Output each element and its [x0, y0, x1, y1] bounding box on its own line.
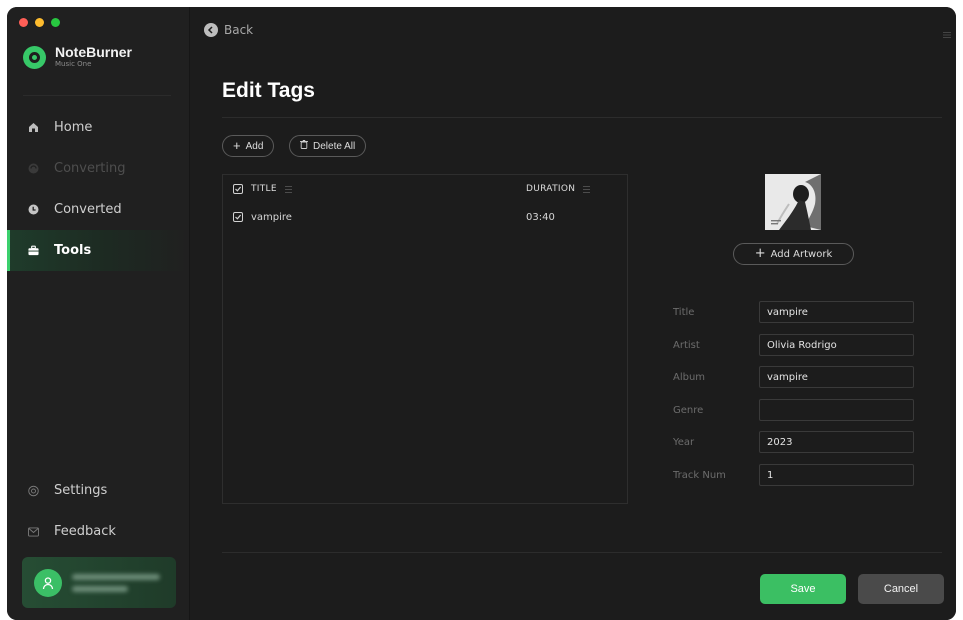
clock-icon: [28, 204, 39, 215]
field-row-track-num: Track Num: [673, 464, 914, 486]
brand-name: NoteBurner: [55, 44, 133, 60]
sidebar-item-label: Settings: [54, 483, 108, 498]
brand-subtitle: Music One: [55, 60, 92, 68]
app-window: NoteBurner Music One Home Converting Con…: [7, 7, 956, 620]
sidebar-item-label: Converted: [54, 202, 122, 217]
sidebar-item-tools[interactable]: Tools: [7, 230, 189, 271]
sidebar-item-label: Home: [54, 120, 93, 135]
page-title: Edit Tags: [222, 79, 315, 102]
delete-all-button[interactable]: Delete All: [289, 135, 367, 157]
menu-icon[interactable]: [943, 24, 951, 43]
add-button-label: Add: [245, 140, 264, 152]
field-row-title: Title: [673, 301, 914, 323]
year-label: Year: [673, 436, 695, 448]
cancel-button[interactable]: Cancel: [858, 574, 944, 604]
main-content: Back Edit Tags + Add Delete All TITLE DU…: [190, 7, 956, 620]
sidebar-item-converted[interactable]: Converted: [7, 189, 189, 230]
add-button[interactable]: + Add: [222, 135, 275, 157]
field-row-artist: Artist: [673, 334, 914, 356]
artist-label: Artist: [673, 339, 700, 351]
year-field[interactable]: [759, 431, 914, 453]
zoom-window-button[interactable]: [51, 18, 60, 27]
sidebar-item-converting[interactable]: Converting: [7, 148, 189, 189]
mail-icon: [28, 526, 39, 537]
trash-icon: [300, 140, 308, 152]
divider: [222, 117, 942, 118]
noteburner-logo-icon: [23, 45, 46, 69]
avatar: [34, 568, 62, 597]
select-all-checkbox[interactable]: [233, 184, 243, 194]
blurred-account-info: [72, 573, 160, 592]
sidebar: NoteBurner Music One Home Converting Con…: [7, 7, 190, 620]
toolbox-icon: [28, 245, 39, 256]
track-table: TITLE DURATION vampire 03:40: [222, 174, 628, 504]
user-icon: [42, 576, 54, 589]
brand: NoteBurner Music One: [23, 45, 132, 69]
back-button[interactable]: Back: [204, 23, 253, 37]
sidebar-nav: Home Converting Converted Tools: [7, 107, 189, 271]
divider: [222, 552, 942, 553]
window-controls: [19, 18, 60, 27]
column-header-duration[interactable]: DURATION: [526, 184, 575, 194]
user-account-card[interactable]: [22, 557, 176, 608]
add-artwork-label: Add Artwork: [770, 248, 833, 260]
plus-icon: +: [233, 138, 241, 153]
divider: [23, 95, 171, 96]
sidebar-item-settings[interactable]: Settings: [7, 470, 189, 511]
sidebar-item-label: Converting: [54, 161, 126, 176]
track-duration: 03:40: [526, 211, 555, 223]
field-row-album: Album: [673, 366, 914, 388]
track-num-field[interactable]: [759, 464, 914, 486]
sidebar-item-home[interactable]: Home: [7, 107, 189, 148]
delete-all-button-label: Delete All: [313, 140, 356, 152]
artist-field[interactable]: [759, 334, 914, 356]
converting-icon: [28, 163, 39, 174]
add-artwork-button[interactable]: + Add Artwork: [733, 243, 854, 265]
album-field[interactable]: [759, 366, 914, 388]
table-row[interactable]: vampire 03:40: [223, 203, 627, 231]
row-checkbox[interactable]: [233, 212, 243, 222]
sort-icon[interactable]: [284, 185, 292, 193]
plus-icon: +: [754, 246, 766, 261]
genre-label: Genre: [673, 404, 704, 416]
genre-field[interactable]: [759, 399, 914, 421]
track-num-label: Track Num: [673, 469, 726, 481]
close-window-button[interactable]: [19, 18, 28, 27]
sort-icon[interactable]: [583, 185, 591, 193]
table-header: TITLE DURATION: [223, 175, 627, 203]
home-icon: [28, 122, 39, 133]
sidebar-item-label: Tools: [54, 243, 92, 258]
sidebar-item-label: Feedback: [54, 524, 116, 539]
sidebar-item-feedback[interactable]: Feedback: [7, 511, 189, 552]
album-artwork: [765, 174, 821, 230]
gear-icon: [28, 485, 39, 496]
back-arrow-icon: [204, 23, 218, 37]
title-field[interactable]: [759, 301, 914, 323]
track-title: vampire: [251, 211, 292, 223]
artwork-portrait-image: [765, 174, 821, 230]
save-button[interactable]: Save: [760, 574, 846, 604]
column-header-title[interactable]: TITLE: [251, 184, 277, 194]
album-label: Album: [673, 371, 706, 383]
minimize-window-button[interactable]: [35, 18, 44, 27]
field-row-genre: Genre: [673, 399, 914, 421]
field-row-year: Year: [673, 431, 914, 453]
title-label: Title: [673, 306, 695, 318]
sidebar-bottom-nav: Settings Feedback: [7, 470, 189, 552]
back-label: Back: [224, 23, 254, 37]
